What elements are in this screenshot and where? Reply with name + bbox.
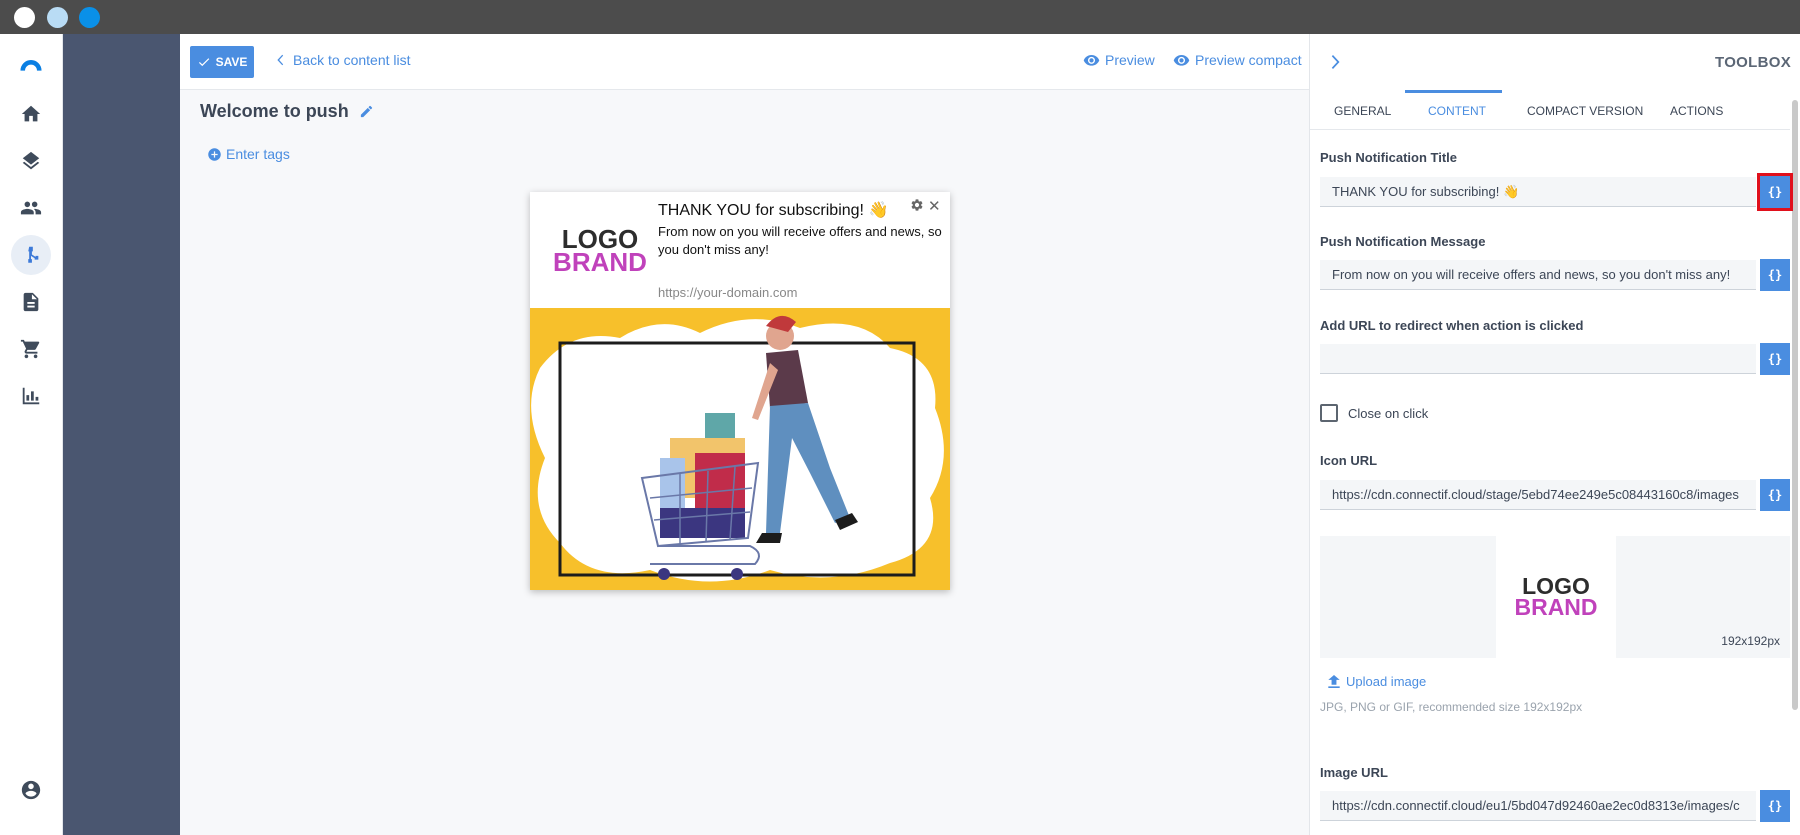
icon-url-input[interactable]: https://cdn.connectif.cloud/stage/5ebd74… — [1320, 480, 1756, 510]
app-logo-icon[interactable] — [11, 46, 51, 86]
image-url-input[interactable]: https://cdn.connectif.cloud/eu1/5bd047d9… — [1320, 791, 1756, 821]
back-link-label: Back to content list — [293, 52, 411, 68]
toolbox-scrollbar[interactable] — [1792, 100, 1798, 710]
nav-layers[interactable] — [11, 141, 51, 181]
document-icon — [23, 292, 39, 312]
nav-store[interactable] — [11, 329, 51, 369]
chevron-right-icon[interactable] — [1330, 54, 1342, 70]
bar-chart-icon — [22, 387, 40, 405]
close-on-click-checkbox[interactable] — [1320, 404, 1338, 422]
push-title-input[interactable]: THANK YOU for subscribing! 👋 — [1320, 177, 1756, 207]
workflow-icon — [28, 246, 39, 263]
nav-contacts[interactable] — [11, 188, 51, 228]
cart-icon — [20, 339, 40, 359]
image-url-variable-button[interactable]: {} — [1760, 790, 1790, 822]
tab-actions[interactable]: ACTIONS — [1670, 104, 1723, 118]
icon-brand-logo: LOGO BRAND — [1496, 536, 1616, 658]
home-icon — [21, 105, 41, 122]
nav-account[interactable] — [11, 770, 51, 810]
brand-logo: LOGO BRAND — [550, 226, 650, 278]
push-message-label: Push Notification Message — [1320, 234, 1486, 249]
push-message-input[interactable]: From now on you will receive offers and … — [1320, 260, 1756, 290]
close-on-click-row: Close on click — [1320, 404, 1428, 422]
upload-icon — [1328, 675, 1340, 688]
image-url-label: Image URL — [1320, 765, 1388, 780]
left-nav — [0, 34, 63, 835]
toolbox-title: TOOLBOX — [1715, 54, 1791, 71]
account-icon — [21, 780, 41, 800]
icon-url-label: Icon URL — [1320, 453, 1378, 468]
icon-url-variable-button[interactable]: {} — [1760, 479, 1790, 511]
eye-icon — [1173, 55, 1190, 66]
chevron-left-icon — [277, 54, 284, 66]
toolbox-header: TOOLBOX — [1310, 34, 1800, 90]
active-tab-indicator — [1405, 90, 1502, 93]
secondary-sidebar — [63, 34, 180, 835]
toolbox-tabs: GENERAL CONTENT COMPACT VERSION ACTIONS — [1310, 90, 1790, 130]
eye-icon — [1083, 55, 1100, 66]
layers-icon — [22, 151, 40, 170]
enter-tags-link[interactable]: Enter tags — [207, 146, 290, 162]
push-notification-preview: LOGO BRAND THANK YOU for subscribing! 👋 … — [530, 192, 950, 590]
check-icon — [198, 58, 209, 67]
nav-workflows[interactable] — [11, 235, 51, 275]
save-button[interactable]: SAVE — [190, 46, 254, 78]
push-title: THANK YOU for subscribing! 👋 — [658, 202, 889, 219]
window-maximize-button[interactable] — [79, 7, 100, 28]
push-title-label: Push Notification Title — [1320, 150, 1457, 165]
back-to-list-link[interactable]: Back to content list — [275, 52, 411, 68]
people-icon — [20, 201, 42, 215]
nav-content[interactable] — [11, 282, 51, 322]
toolbox-panel: TOOLBOX GENERAL CONTENT COMPACT VERSION … — [1309, 34, 1800, 835]
icon-logo-line2: BRAND — [1514, 594, 1598, 620]
preview-compact-link[interactable]: Preview compact — [1173, 52, 1302, 68]
logo-line2: BRAND — [553, 247, 647, 278]
window-minimize-button[interactable] — [47, 7, 68, 28]
push-message-variable-button[interactable]: {} — [1760, 259, 1790, 291]
tab-content[interactable]: CONTENT — [1428, 104, 1486, 118]
upload-hint-text: JPG, PNG or GIF, recommended size 192x19… — [1320, 700, 1583, 714]
content-title: Welcome to push — [200, 101, 374, 122]
image-size-label: 192x192px — [1717, 632, 1784, 650]
push-message: From now on you will receive offers and … — [658, 224, 942, 257]
preview-link[interactable]: Preview — [1083, 52, 1155, 68]
push-title-variable-button[interactable]: {} — [1757, 173, 1793, 211]
content-title-text: Welcome to push — [200, 101, 349, 121]
icon-image-preview: LOGO BRAND 192x192px — [1320, 536, 1790, 658]
edit-pencil-icon[interactable] — [359, 104, 374, 119]
tab-general[interactable]: GENERAL — [1334, 104, 1391, 118]
enter-tags-label: Enter tags — [226, 146, 290, 162]
redirect-url-variable-button[interactable]: {} — [1760, 343, 1790, 375]
save-button-label: SAVE — [215, 55, 248, 69]
push-domain: https://your-domain.com — [658, 285, 798, 300]
editor-toolbar: SAVE Back to content list Preview Previe… — [180, 34, 1309, 90]
preview-compact-label: Preview compact — [1195, 52, 1302, 68]
nav-home[interactable] — [11, 94, 51, 134]
close-on-click-label: Close on click — [1348, 405, 1429, 421]
nav-reports[interactable] — [11, 376, 51, 416]
add-circle-icon — [208, 147, 221, 161]
push-hero-image — [530, 308, 950, 590]
window-titlebar — [0, 0, 1800, 34]
gear-icon — [911, 199, 923, 211]
editor-area: SAVE Back to content list Preview Previe… — [180, 34, 1309, 835]
tab-compact-version[interactable]: COMPACT VERSION — [1527, 104, 1643, 118]
upload-image-link[interactable]: Upload image — [1328, 674, 1426, 689]
shopping-illustration — [530, 308, 950, 590]
close-icon: ✕ — [928, 198, 941, 215]
preview-label: Preview — [1105, 52, 1155, 68]
redirect-url-input[interactable] — [1320, 344, 1756, 374]
window-close-button[interactable] — [14, 7, 35, 28]
redirect-url-label: Add URL to redirect when action is click… — [1320, 318, 1584, 333]
upload-image-label: Upload image — [1346, 674, 1427, 689]
